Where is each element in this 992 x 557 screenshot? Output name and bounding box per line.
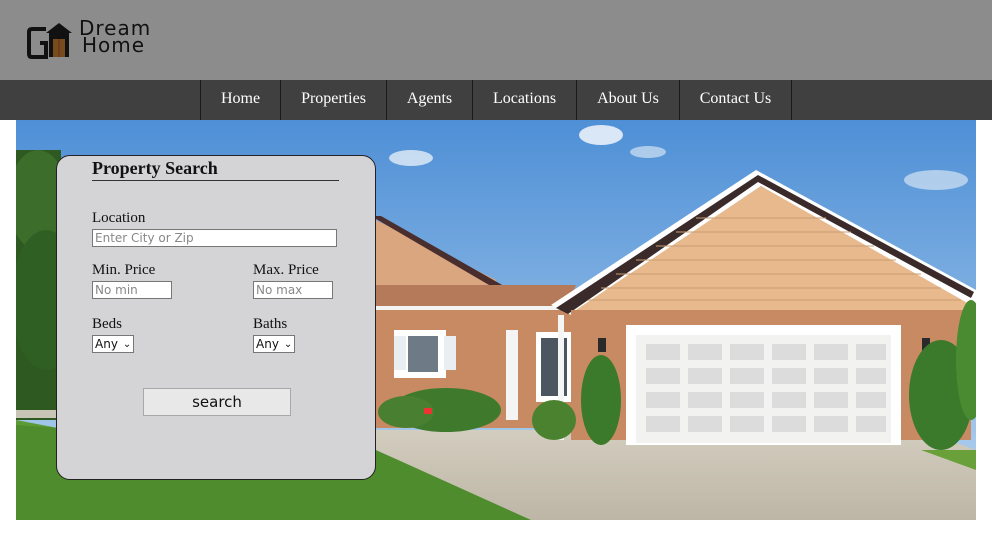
- panel-title: Property Search: [92, 158, 339, 181]
- beds-select-value: Any: [95, 337, 118, 351]
- logo-line-2: Home: [82, 33, 146, 57]
- chevron-down-icon: ⌄: [283, 338, 293, 350]
- house-logo-icon: [27, 23, 72, 59]
- baths-select[interactable]: Any ⌄: [253, 335, 295, 353]
- search-button[interactable]: search: [143, 388, 291, 416]
- baths-select-value: Any: [256, 337, 279, 351]
- property-search-panel: Property Search Location Min. Price Max.…: [56, 155, 376, 480]
- logo-wordmark: Dream Home: [79, 18, 151, 57]
- nav-item-about-us[interactable]: About Us: [577, 80, 680, 120]
- max-price-input[interactable]: [253, 281, 333, 299]
- min-price-input[interactable]: [92, 281, 172, 299]
- nav-menu: Home Properties Agents Locations About U…: [200, 80, 792, 120]
- beds-label: Beds: [92, 316, 122, 332]
- chevron-down-icon: ⌄: [122, 338, 132, 350]
- min-price-label: Min. Price: [92, 262, 156, 278]
- max-price-label: Max. Price: [253, 262, 319, 278]
- nav-item-agents[interactable]: Agents: [387, 80, 473, 120]
- location-input[interactable]: [92, 229, 337, 247]
- site-logo[interactable]: Dream Home: [27, 18, 167, 61]
- site-header: Dream Home: [0, 0, 992, 80]
- nav-item-home[interactable]: Home: [201, 80, 281, 120]
- nav-item-contact-us[interactable]: Contact Us: [680, 80, 792, 120]
- nav-item-properties[interactable]: Properties: [281, 80, 387, 120]
- beds-select[interactable]: Any ⌄: [92, 335, 134, 353]
- location-label: Location: [92, 210, 146, 226]
- baths-label: Baths: [253, 316, 288, 332]
- nav-item-locations[interactable]: Locations: [473, 80, 577, 120]
- main-nav: Home Properties Agents Locations About U…: [0, 80, 992, 120]
